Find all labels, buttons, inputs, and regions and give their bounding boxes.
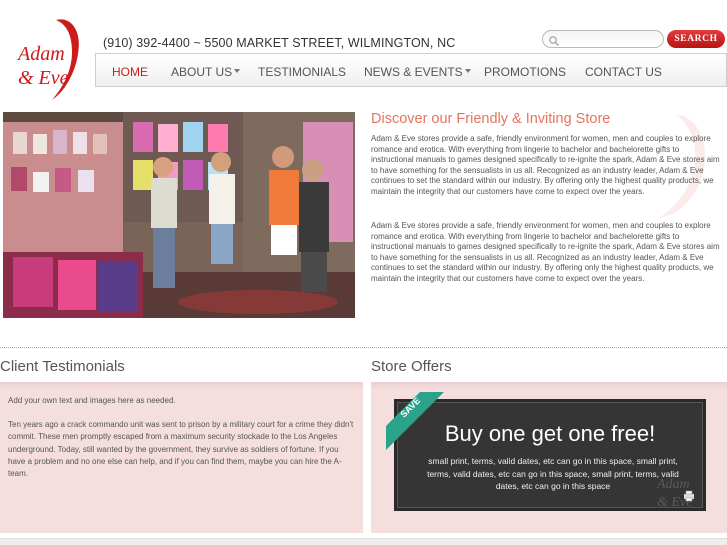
logo-line-1: Adam: [16, 43, 65, 65]
nav-contact-us-label: CONTACT US: [585, 65, 662, 79]
nav-news-events[interactable]: NEWS & EVENTS: [364, 65, 471, 79]
testimonials-heading: Client Testimonials: [0, 358, 125, 375]
nav-home[interactable]: HOME: [112, 65, 148, 79]
nav-home-label: HOME: [112, 65, 148, 79]
nav-news-events-label: NEWS & EVENTS: [364, 65, 463, 79]
chevron-down-icon: [464, 69, 471, 73]
nav-about-us[interactable]: ABOUT US: [171, 65, 241, 79]
testimonials-body: Ten years ago a crack commando unit was …: [8, 420, 354, 479]
nav-testimonials[interactable]: TESTIMONIALS: [258, 65, 346, 79]
panel-shade: [371, 382, 727, 390]
print-icon[interactable]: [683, 489, 695, 502]
testimonials-intro: Add your own text and images here as nee…: [8, 396, 176, 405]
offers-heading: Store Offers: [371, 358, 452, 375]
store-photo: [3, 112, 355, 318]
nav-about-us-label: ABOUT US: [171, 65, 233, 79]
store-paragraph-1: Adam & Eve stores provide a safe, friend…: [371, 134, 720, 196]
nav-contact-us[interactable]: CONTACT US: [585, 65, 662, 79]
search-button[interactable]: SEARCH: [667, 30, 725, 48]
adam-eve-logo[interactable]: Adam & Eve: [12, 14, 84, 102]
search-box[interactable]: [542, 30, 664, 48]
save-ribbon: SAVE: [386, 392, 446, 452]
offer-small-print: small print, terms, valid dates, etc can…: [427, 456, 679, 491]
testimonials-panel: Add your own text and images here as nee…: [0, 382, 363, 533]
card-watermark-logo: Adam & Eve: [655, 468, 703, 512]
store-paragraph-2: Adam & Eve stores provide a safe, friend…: [371, 221, 720, 283]
offers-panel: Buy one get one free! small print, terms…: [371, 382, 727, 533]
panel-shade: [0, 382, 363, 390]
store-address: (910) 392-4400 ~ 5500 MARKET STREET, WIL…: [103, 36, 456, 50]
logo-line-2: & Eve: [18, 67, 69, 89]
nav-promotions-label: PROMOTIONS: [484, 65, 567, 79]
store-heading: Discover our Friendly & Inviting Store: [371, 111, 611, 127]
main-nav: HOME ABOUT US TESTIMONIALS NEWS & EVENTS…: [95, 53, 727, 87]
nav-testimonials-label: TESTIMONIALS: [258, 65, 347, 79]
search-icon: [548, 34, 560, 47]
search-input[interactable]: [563, 32, 659, 47]
footer-strip: [0, 538, 727, 545]
section-divider: [0, 347, 727, 348]
chevron-down-icon: [234, 69, 241, 73]
nav-promotions[interactable]: PROMOTIONS: [484, 65, 566, 79]
